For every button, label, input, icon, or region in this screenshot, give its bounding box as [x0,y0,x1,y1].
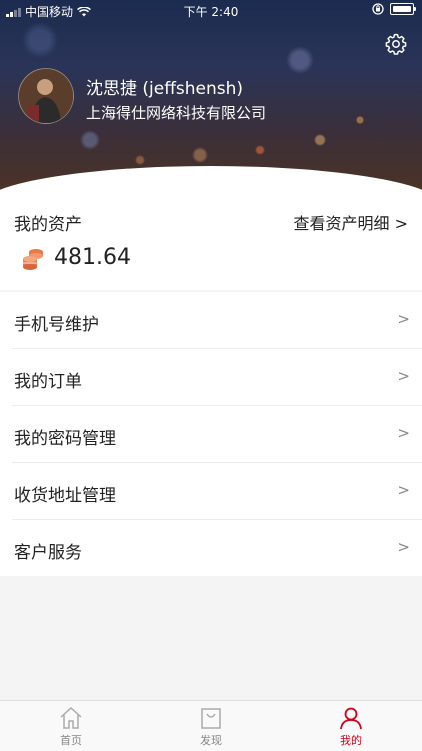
menu-item-label: 我的密码管理 [14,429,116,449]
menu-item-password[interactable]: 我的密码管理 > [12,405,422,462]
user-company: 上海得仕网络科技有限公司 [86,104,267,122]
tab-home-label: 首页 [60,734,82,747]
menu-item-label: 收货地址管理 [14,486,116,506]
chevron-right-icon: > [397,310,410,328]
assets-amount: 481.64 [54,245,131,270]
user-name: 沈思捷 (jeffshensh) [86,79,244,99]
bag-icon [201,708,221,729]
coins-icon [23,249,43,270]
chevron-right-icon: > [397,538,410,556]
user-icon [340,707,362,730]
menu-item-orders[interactable]: 我的订单 > [12,348,422,405]
chevron-right-icon: > [397,367,410,385]
chevron-right-icon: > [397,481,410,499]
orientation-lock-icon [372,3,384,15]
tab-home[interactable]: 首页 [21,701,121,751]
menu-item-label: 客户服务 [14,543,82,563]
menu-item-label: 手机号维护 [14,315,99,335]
menu-item-label: 我的订单 [14,372,82,392]
profile-header: 中国移动 下午 2:40 沈思捷 (jeffshensh) 上海得仕网络科技有限… [0,0,422,190]
avatar[interactable] [18,68,74,124]
settings-gear-icon[interactable] [384,32,408,56]
menu-item-address[interactable]: 收货地址管理 > [12,462,422,519]
home-icon [60,706,82,729]
menu-item-phone[interactable]: 手机号维护 > [12,292,422,348]
settings-menu: 手机号维护 > 我的订单 > 我的密码管理 > 收货地址管理 > 客户服务 > [0,292,422,576]
status-time: 下午 2:40 [183,5,239,19]
status-bar: 中国移动 下午 2:40 [0,0,422,20]
assets-panel: 我的资产 查看资产明细 > 481.64 [0,190,422,290]
battery-icon [390,3,416,15]
tab-discover[interactable]: 发现 [161,701,261,751]
tab-mine-label: 我的 [340,734,362,747]
assets-title: 我的资产 [14,215,82,235]
menu-item-customer-service[interactable]: 客户服务 > [12,519,422,576]
tab-discover-label: 发现 [200,734,222,747]
tab-mine[interactable]: 我的 [301,701,401,751]
chevron-right-icon: > [397,424,410,442]
view-assets-detail-link[interactable]: 查看资产明细 > [294,210,409,234]
tab-bar: 首页 发现 我的 [0,700,422,751]
avatar-photo [19,69,73,123]
